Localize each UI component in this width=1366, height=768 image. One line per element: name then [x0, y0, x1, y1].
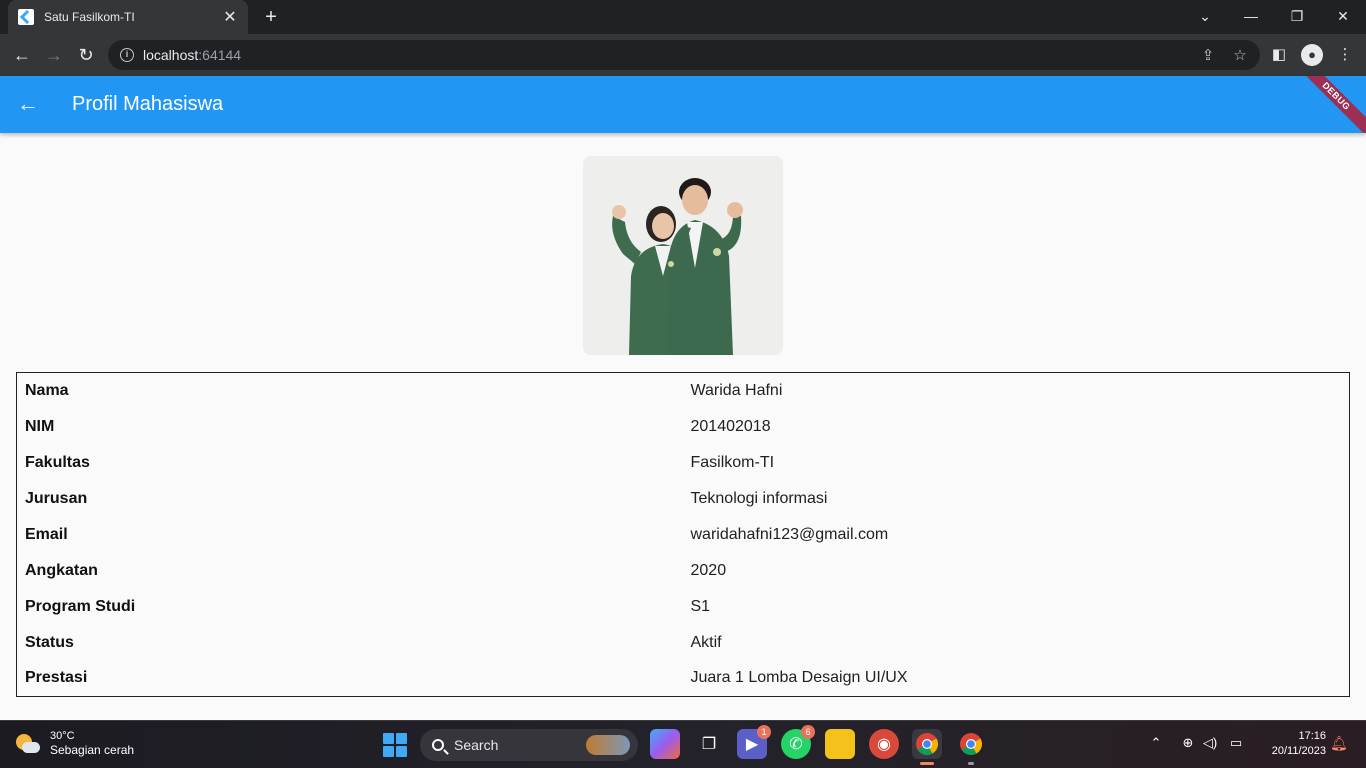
battery-icon[interactable]: ▭ — [1226, 735, 1246, 751]
profile-row: Angkatan 2020 — [17, 553, 1350, 589]
profile-field-value: Juara 1 Lomba Desaign UI/UX — [690, 669, 908, 687]
site-info-icon[interactable]: i — [120, 48, 134, 62]
start-button[interactable] — [383, 733, 407, 757]
reload-button[interactable]: ↻ — [72, 42, 100, 68]
chrome-icon[interactable] — [956, 729, 986, 765]
teams-badge: 1 — [757, 725, 771, 739]
page-title: Profil Mahasiswa — [72, 93, 224, 115]
profile-field-value: waridahafni123@gmail.com — [690, 525, 889, 543]
profile-field-label: Angkatan — [25, 561, 98, 579]
profile-field-label: Fakultas — [25, 453, 90, 471]
windows-taskbar: 30°C Sebagian cerah Search ❐ ▶ 1 ✆ 6 ◉ ⌃ ⊕… — [0, 720, 1366, 768]
back-button[interactable]: ← — [8, 42, 36, 68]
profile-row: Fakultas Fasilkom-TI — [17, 445, 1350, 481]
profile-field-label: Status — [25, 633, 74, 651]
profile-table: Nama Warida Hafni NIM 201402018 Fakultas Fasi… — [16, 372, 1350, 697]
copilot-icon[interactable] — [650, 729, 680, 759]
profile-row: Prestasi Juara 1 Lomba Desaign UI/UX — [17, 661, 1350, 697]
profile-field-label: Jurusan — [25, 489, 88, 507]
profile-field-label: Prestasi — [25, 669, 88, 687]
taskbar-search[interactable]: Search — [420, 729, 638, 761]
profile-field-value: Teknologi informasi — [690, 489, 828, 507]
browser-toolbar: ← → ↻ i localhost:64144 ⇪ ☆ ◧ ● ⋮ — [0, 34, 1366, 76]
address-bar[interactable]: i localhost:64144 ⇪ ☆ — [108, 40, 1260, 70]
bookmark-star-icon[interactable]: ☆ — [1230, 46, 1250, 66]
profile-field-label: Email — [25, 525, 68, 543]
system-clock[interactable]: 17:16 20/11/2023 — [1258, 729, 1326, 759]
url-host: localhost — [143, 47, 199, 63]
language-globe-icon[interactable]: ⊕ — [1178, 735, 1198, 751]
profile-row: NIM 201402018 — [17, 409, 1350, 445]
profile-row: Program Studi S1 — [17, 589, 1350, 625]
close-tab-icon[interactable]: ✕ — [222, 7, 238, 27]
teams-icon[interactable]: ▶ 1 — [737, 725, 771, 759]
chrome-active-icon[interactable] — [912, 729, 942, 765]
game-app-icon[interactable]: ◉ — [869, 729, 899, 759]
profile-photo — [583, 156, 783, 355]
profile-avatar-icon[interactable]: ● — [1301, 44, 1323, 66]
browser-tab[interactable]: Satu Fasilkom-TI ✕ — [8, 0, 248, 34]
menu-kebab-icon[interactable]: ⋮ — [1334, 44, 1356, 66]
new-tab-button[interactable]: + — [260, 5, 282, 29]
tray-chevron-icon[interactable]: ⌃ — [1146, 735, 1166, 751]
app-bar: ← Profil Mahasiswa DEBUG — [0, 76, 1366, 133]
restore-button[interactable]: ❐ — [1274, 0, 1320, 34]
tab-search-chevron-icon[interactable]: ⌄ — [1182, 0, 1228, 34]
weather-temp: 30°C — [50, 730, 75, 742]
debug-banner: DEBUG — [1288, 76, 1366, 133]
profile-row: Jurusan Teknologi informasi — [17, 481, 1350, 517]
back-arrow-icon[interactable]: ← — [12, 88, 44, 120]
search-highlight-icon — [586, 735, 630, 755]
partly-sunny-icon — [14, 730, 42, 758]
browser-tabstrip: Satu Fasilkom-TI ✕ + ⌄ — ❐ ✕ — [0, 0, 1366, 34]
profile-field-value: Fasilkom-TI — [690, 453, 775, 471]
profile-field-value: Warida Hafni — [690, 381, 783, 399]
file-explorer-icon[interactable] — [825, 729, 855, 759]
profile-field-label: NIM — [25, 417, 55, 435]
volume-icon[interactable]: ◁) — [1200, 735, 1220, 751]
profile-field-value: 201402018 — [690, 417, 771, 435]
profile-row: Status Aktif — [17, 625, 1350, 661]
tab-title: Satu Fasilkom-TI — [44, 10, 135, 24]
profile-row: Email waridahafni123@gmail.com — [17, 517, 1350, 553]
share-icon[interactable]: ⇪ — [1198, 46, 1218, 66]
profile-field-label: Program Studi — [25, 597, 136, 615]
search-placeholder: Search — [454, 737, 499, 753]
forward-button[interactable]: → — [40, 42, 68, 68]
flutter-favicon-icon — [18, 9, 34, 25]
profile-field-value: S1 — [690, 597, 711, 615]
students-photo-illustration — [583, 156, 783, 355]
url-port: :64144 — [198, 47, 242, 63]
profile-field-value: 2020 — [690, 561, 727, 579]
whatsapp-badge: 6 — [801, 725, 815, 739]
minimize-button[interactable]: — — [1228, 0, 1274, 34]
side-panel-icon[interactable]: ◧ — [1268, 44, 1290, 66]
weather-widget[interactable]: 30°C Sebagian cerah — [14, 729, 134, 758]
profile-row: Nama Warida Hafni — [17, 373, 1350, 409]
profile-field-value: Aktif — [690, 633, 722, 651]
weather-desc: Sebagian cerah — [50, 743, 135, 757]
task-view-icon[interactable]: ❐ — [694, 729, 724, 759]
whatsapp-icon[interactable]: ✆ 6 — [781, 725, 815, 759]
search-icon — [432, 739, 444, 751]
close-window-button[interactable]: ✕ — [1320, 0, 1366, 34]
clock-date: 20/11/2023 — [1271, 745, 1326, 757]
clock-time: 17:16 — [1298, 730, 1326, 742]
notification-bell-icon[interactable]: 🔔︎ — [1330, 735, 1348, 752]
profile-field-label: Nama — [25, 381, 69, 399]
